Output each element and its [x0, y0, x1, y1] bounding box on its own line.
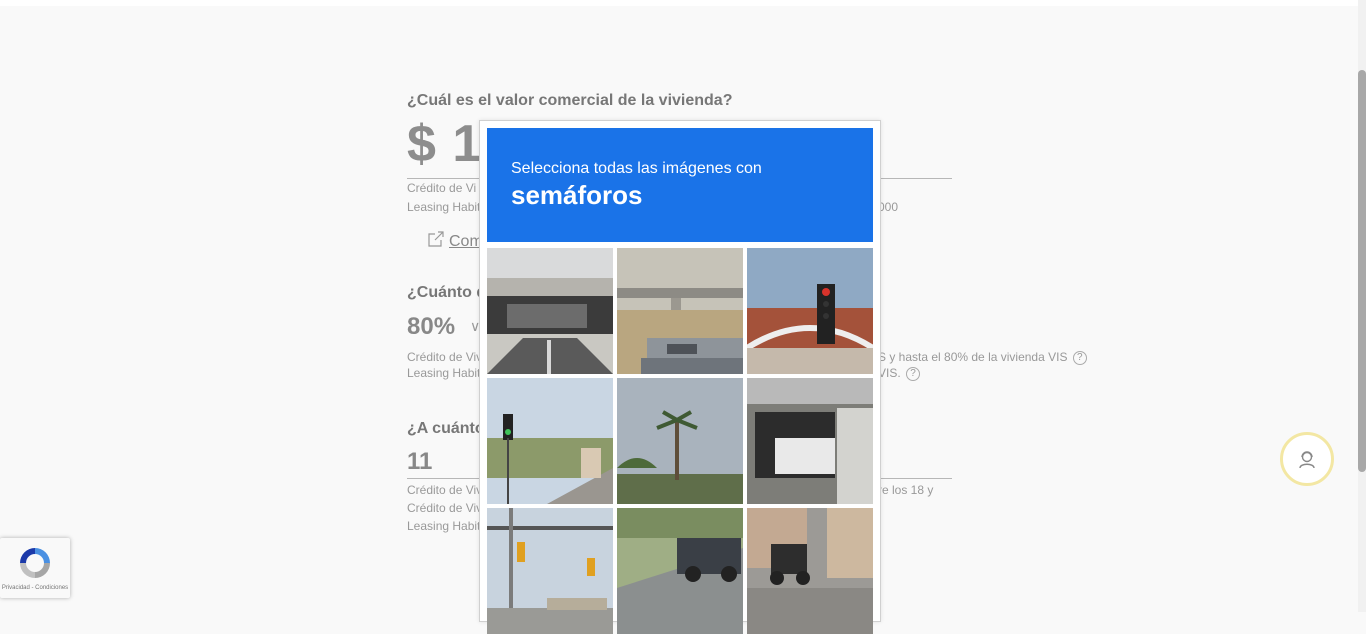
home-value-input[interactable]: $ 1	[407, 114, 482, 174]
captcha-tile-8[interactable]	[617, 508, 743, 634]
support-agent-icon	[1299, 451, 1315, 469]
term-note-credit-right: re los 18 y	[878, 483, 934, 497]
percentage-note-leasing-right: VIS. ?	[878, 366, 921, 381]
captcha-tile-7[interactable]	[487, 508, 613, 634]
recaptcha-privacy-terms[interactable]: Privacidad - Condiciones	[0, 585, 70, 591]
support-chat-button[interactable]	[1280, 432, 1334, 486]
captcha-tile-6[interactable]	[747, 378, 873, 504]
captcha-instruction: Selecciona todas las imágenes con	[511, 160, 762, 177]
home-value-note-credit: Crédito de Vi	[407, 181, 477, 195]
percentage-note-credit: Crédito de Viv	[407, 350, 483, 364]
home-value-note-leasing-right: 000	[878, 200, 899, 214]
help-icon[interactable]: ?	[1072, 350, 1087, 365]
percentage-note-credit-right-text: S y hasta el 80% de la vivienda VIS	[878, 350, 1068, 364]
recaptcha-logo-icon	[20, 548, 50, 578]
term-note-credit-1: Crédito de Viv	[407, 483, 483, 497]
scrollbar-thumb[interactable]	[1358, 70, 1366, 472]
captcha-header: Selecciona todas las imágenes con semáfo…	[487, 128, 873, 242]
captcha-tile-9[interactable]	[747, 508, 873, 634]
captcha-target: semáforos	[511, 180, 643, 210]
captcha-tile-3[interactable]	[747, 248, 873, 374]
captcha-tile-2[interactable]	[617, 248, 743, 374]
external-link-icon	[428, 231, 444, 247]
compare-link[interactable]: Com	[427, 230, 483, 251]
recaptcha-badge[interactable]: Privacidad - Condiciones	[0, 538, 70, 598]
question-term-title: ¿A cuánto	[407, 420, 485, 437]
question-percentage-title: ¿Cuánto d	[407, 284, 487, 301]
term-input[interactable]: 11	[407, 448, 432, 476]
help-icon[interactable]: ?	[906, 366, 921, 381]
captcha-tile-1[interactable]	[487, 248, 613, 374]
captcha-challenge: Selecciona todas las imágenes con semáfo…	[479, 120, 881, 634]
home-value-note-leasing: Leasing Habit	[407, 200, 481, 214]
percentage-note-leasing: Leasing Habit	[407, 366, 481, 380]
percentage-note-credit-right: S y hasta el 80% de la vivienda VIS ?	[878, 350, 1087, 365]
compare-link-label: Com	[449, 233, 483, 250]
captcha-tile-4[interactable]	[487, 378, 613, 504]
question-home-value-title: ¿Cuál es el valor comercial de la vivien…	[407, 92, 733, 109]
percentage-select[interactable]: 80%	[407, 313, 455, 341]
percentage-note-leasing-right-text: VIS.	[878, 366, 901, 380]
captcha-tile-5[interactable]	[617, 378, 743, 504]
term-note-credit-2: Crédito de Viv	[407, 501, 483, 515]
top-bar	[0, 0, 1358, 6]
term-note-leasing: Leasing Habit	[407, 519, 481, 533]
